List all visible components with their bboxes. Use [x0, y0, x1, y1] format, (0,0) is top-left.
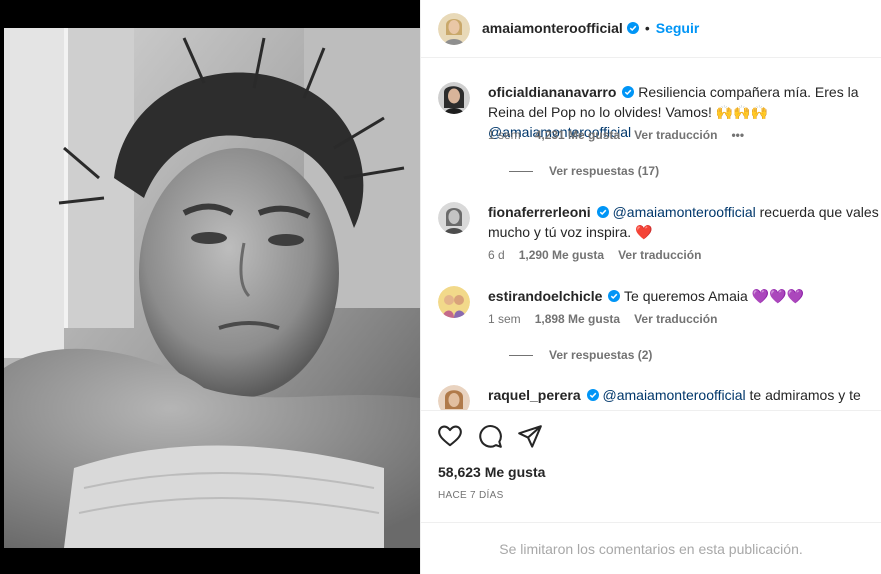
author-block: amaiamonteroofficial • Seguir	[482, 20, 699, 38]
comment-mention[interactable]: @amaiamonteroofficial	[603, 387, 746, 403]
comment-username[interactable]: oficialdiananavarro	[488, 84, 616, 100]
comment-meta: 1 sem 4,231 Me gusta Ver traducción •••	[488, 128, 758, 142]
comment-text: fionaferrerleoni @amaiamonteroofficial r…	[488, 202, 880, 242]
comment-likes[interactable]: 4,231 Me gusta	[535, 128, 620, 142]
more-options-icon[interactable]: •••	[731, 128, 744, 142]
comment-username[interactable]: fionaferrerleoni	[488, 204, 591, 220]
comment-text: raquel_perera @amaiamonteroofficial te a…	[488, 385, 880, 405]
comment-meta: 1 sem 1,898 Me gusta Ver traducción	[488, 312, 731, 326]
comment-icon[interactable]	[477, 423, 503, 449]
comment-likes[interactable]: 1,290 Me gusta	[519, 248, 604, 262]
share-icon[interactable]	[517, 423, 543, 449]
post-photo[interactable]	[4, 28, 420, 548]
comment-body: te admiramos y te	[745, 387, 861, 403]
view-replies-button[interactable]: Ver respuestas (2)	[509, 348, 652, 362]
purple-heart-emojis: 💜💜💜	[751, 288, 804, 304]
verified-icon	[596, 206, 609, 218]
translate-button[interactable]: Ver traducción	[618, 248, 701, 262]
comment-username[interactable]: estirandoelchicle	[488, 288, 602, 304]
follow-button[interactable]: Seguir	[656, 20, 700, 36]
replies-divider	[509, 354, 533, 356]
like-count[interactable]: 58,623 Me gusta	[438, 464, 545, 480]
heart-icon[interactable]	[437, 423, 463, 449]
selfie-image	[4, 28, 420, 548]
verified-icon	[608, 290, 621, 302]
commenter-avatar[interactable]	[438, 202, 470, 234]
view-replies-label: Ver respuestas (17)	[549, 164, 660, 178]
comment-body: Te queremos Amaia	[624, 288, 752, 304]
heart-emoji: ❤️	[635, 224, 653, 240]
comment-text: estirandoelchicle Te queremos Amaia 💜💜💜	[488, 286, 880, 306]
comment-time[interactable]: 6 d	[488, 248, 505, 262]
comments-list[interactable]: oficialdiananavarro Resiliencia compañer…	[421, 58, 881, 410]
comment-time[interactable]: 1 sem	[488, 128, 521, 142]
commenter-avatar[interactable]	[438, 385, 470, 410]
comment-time[interactable]: 1 sem	[488, 312, 521, 326]
translate-button[interactable]: Ver traducción	[634, 128, 717, 142]
verified-icon	[626, 21, 639, 34]
comment-likes[interactable]: 1,898 Me gusta	[535, 312, 620, 326]
author-username[interactable]: amaiamonteroofficial	[482, 20, 623, 36]
commenter-avatar[interactable]	[438, 82, 470, 114]
comment-mention[interactable]: @amaiamonteroofficial	[613, 204, 756, 220]
post-header: amaiamonteroofficial • Seguir	[421, 0, 881, 58]
action-icons	[437, 423, 543, 449]
comments-limited-notice: Se limitaron los comentarios en esta pub…	[421, 522, 881, 574]
post-date[interactable]: HACE 7 DÍAS	[438, 490, 504, 501]
author-avatar[interactable]	[438, 12, 470, 45]
verified-icon	[586, 389, 599, 401]
view-replies-label: Ver respuestas (2)	[549, 348, 653, 362]
comment-username[interactable]: raquel_perera	[488, 387, 581, 403]
post-actions: 58,623 Me gusta HACE 7 DÍAS	[421, 410, 881, 522]
post-modal: amaiamonteroofficial • Seguir oficialdiana…	[0, 0, 881, 574]
post-side-panel: amaiamonteroofficial • Seguir oficialdiana…	[420, 0, 881, 574]
verified-icon	[622, 86, 635, 98]
translate-button[interactable]: Ver traducción	[634, 312, 717, 326]
comment-meta: 6 d 1,290 Me gusta Ver traducción	[488, 248, 715, 262]
view-replies-button[interactable]: Ver respuestas (17)	[509, 164, 659, 178]
replies-divider	[509, 170, 533, 172]
commenter-avatar[interactable]	[438, 286, 470, 318]
separator-dot: •	[644, 19, 650, 36]
photo-panel	[0, 0, 420, 574]
